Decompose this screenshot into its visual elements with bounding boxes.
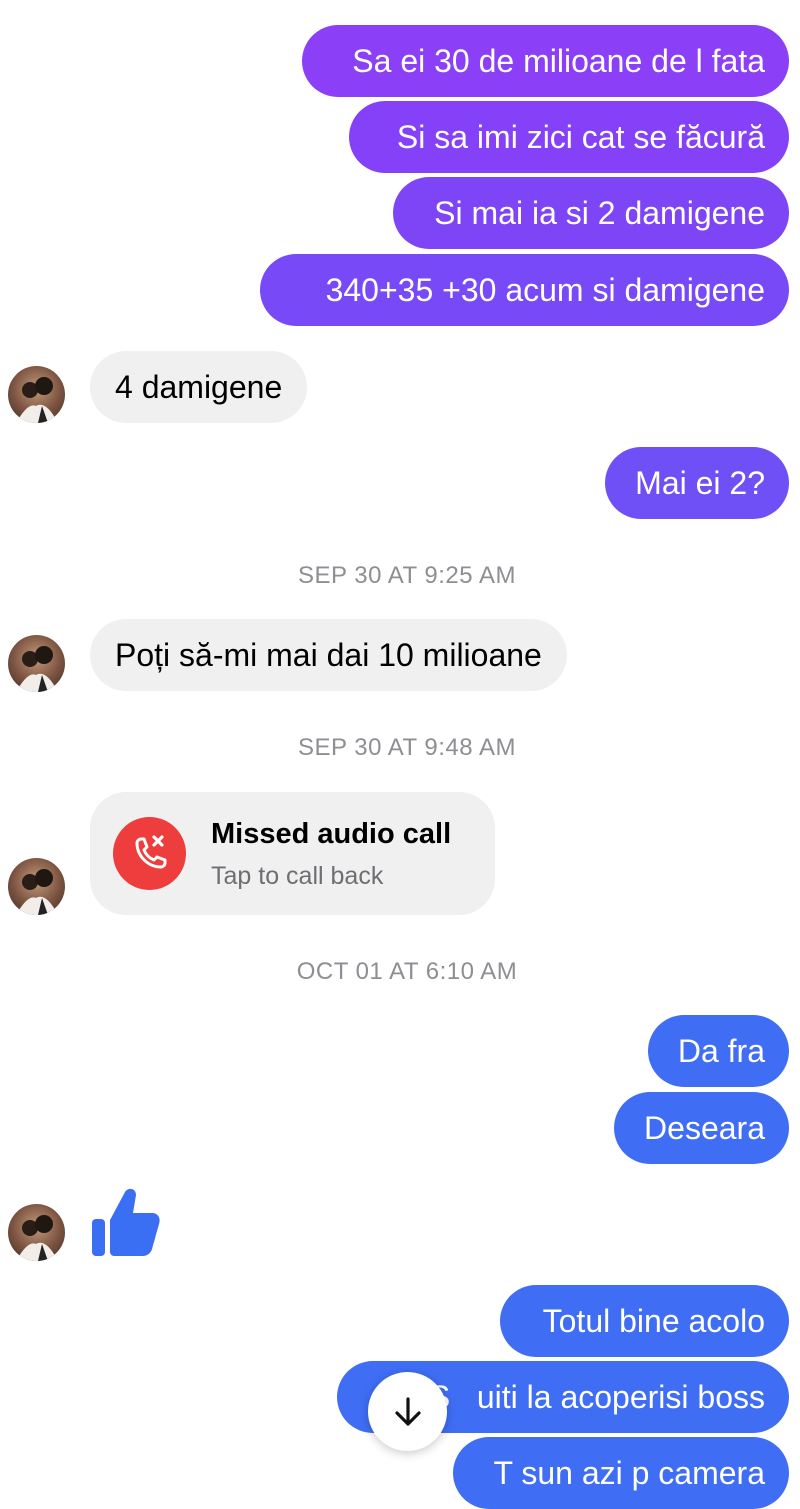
contact-avatar[interactable]	[8, 858, 65, 915]
call-back-label[interactable]: Tap to call back	[211, 862, 383, 891]
contact-avatar[interactable]	[8, 366, 65, 423]
scroll-to-bottom-button[interactable]	[368, 1372, 447, 1451]
missed-call-title: Missed audio call	[211, 818, 452, 850]
incoming-message[interactable]: 4 damigene	[90, 351, 308, 423]
outgoing-message[interactable]: Da fra	[648, 1015, 789, 1087]
contact-avatar[interactable]	[8, 1204, 65, 1261]
timestamp: SEP 30 AT 9:48 AM	[298, 734, 516, 761]
outgoing-message[interactable]: Si sa imi zici cat se făcură	[349, 101, 789, 173]
outgoing-message[interactable]: Totul bine acolo	[500, 1285, 789, 1357]
thumbs-up-icon[interactable]	[90, 1186, 162, 1258]
outgoing-message[interactable]: Mai ei 2?	[605, 447, 789, 519]
incoming-message[interactable]: Poți să-mi mai dai 10 milioane	[90, 619, 567, 691]
outgoing-message[interactable]: Deseara	[614, 1092, 789, 1164]
outgoing-message[interactable]: Sa ei 30 de milioane de l fata	[302, 25, 789, 97]
outgoing-message[interactable]: T sun azi p camera	[453, 1437, 789, 1509]
timestamp: SEP 30 AT 9:25 AM	[298, 562, 516, 589]
contact-avatar[interactable]	[8, 635, 65, 692]
outgoing-message[interactable]: 340+35 +30 acum si damigene	[260, 254, 789, 326]
missed-call-icon	[113, 817, 186, 890]
missed-call-card[interactable]: Missed audio call Tap to call back	[90, 792, 495, 915]
timestamp: OCT 01 AT 6:10 AM	[296, 958, 518, 985]
outgoing-message[interactable]: Si mai ia si 2 damigene	[393, 177, 789, 249]
arrow-down-icon	[394, 1396, 421, 1426]
